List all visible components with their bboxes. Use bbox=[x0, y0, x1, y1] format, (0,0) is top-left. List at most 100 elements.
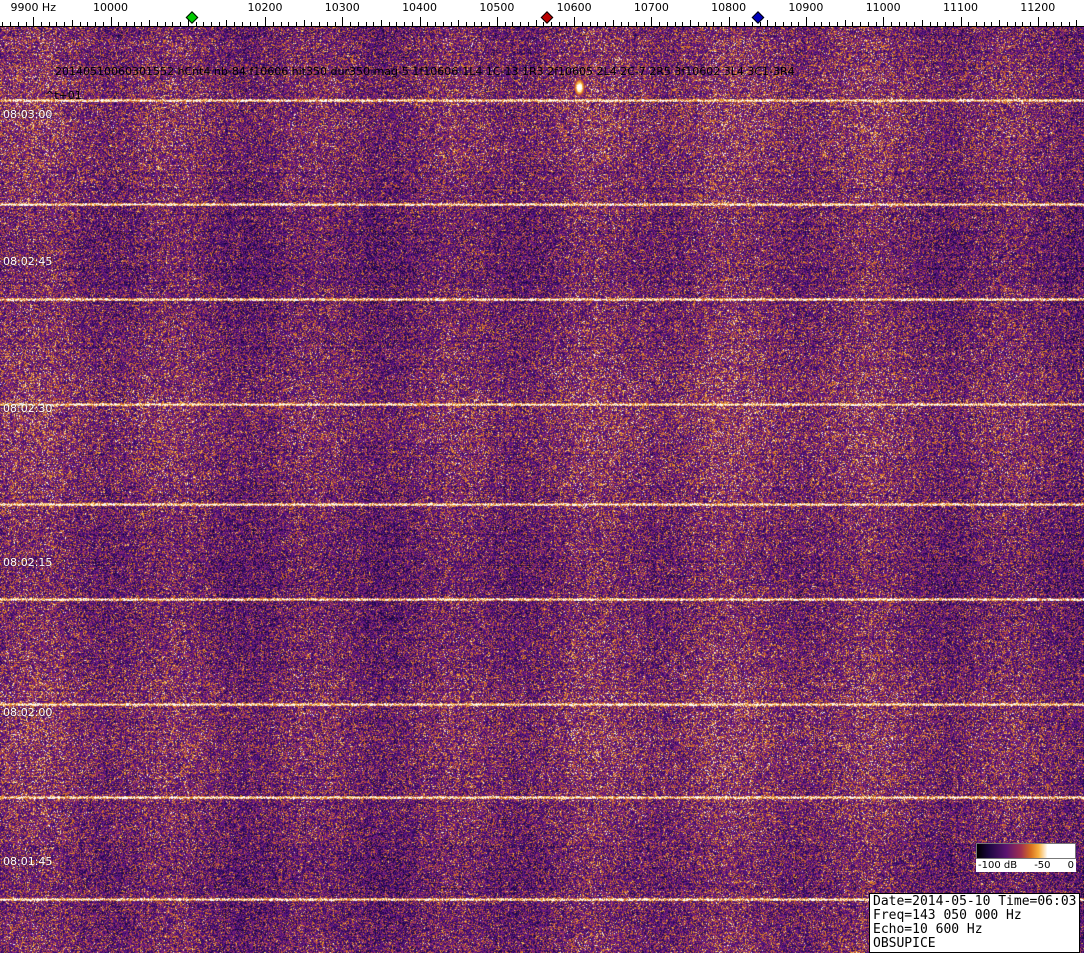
ruler-tick bbox=[505, 22, 506, 26]
ruler-tick bbox=[590, 22, 591, 26]
ruler-tick bbox=[489, 22, 490, 26]
spectrogram-canvas[interactable] bbox=[0, 27, 1084, 953]
ruler-tick bbox=[729, 17, 730, 26]
ruler-label: 10900 bbox=[788, 1, 823, 14]
time-label: 08:02:45 bbox=[3, 255, 52, 268]
ruler-tick bbox=[667, 22, 668, 26]
ruler-tick bbox=[134, 22, 135, 26]
ruler-tick bbox=[605, 22, 606, 26]
time-label: 08:02:15 bbox=[3, 556, 52, 569]
ruler-tick bbox=[366, 22, 367, 26]
ruler-tick bbox=[497, 17, 498, 26]
ruler-tick bbox=[945, 22, 946, 26]
ruler-tick bbox=[651, 17, 652, 26]
ruler-tick bbox=[551, 22, 552, 26]
legend-mid-label: -50 bbox=[1034, 860, 1050, 871]
ruler-tick bbox=[868, 22, 869, 26]
ruler-tick bbox=[273, 22, 274, 26]
ruler-tick bbox=[87, 22, 88, 26]
ruler-tick bbox=[984, 22, 985, 26]
ruler-tick bbox=[234, 22, 235, 26]
ruler-tick bbox=[574, 17, 575, 26]
ruler-tick bbox=[49, 22, 50, 26]
ruler-tick bbox=[342, 17, 343, 26]
colormap-gradient-bar bbox=[976, 843, 1076, 859]
intensity-legend: -100 dB -50 0 bbox=[976, 843, 1076, 872]
ruler-tick bbox=[172, 22, 173, 26]
ruler-tick bbox=[481, 22, 482, 26]
ruler-label: 9900 Hz bbox=[10, 1, 56, 14]
ruler-tick bbox=[396, 22, 397, 26]
ruler-tick bbox=[157, 22, 158, 26]
time-label: 08:02:30 bbox=[3, 402, 52, 415]
legend-min-label: -100 dB bbox=[978, 860, 1017, 871]
frequency-ruler[interactable]: 9900 Hz 10000 10200 10300 10400 10500 10600 107… bbox=[0, 0, 1084, 27]
ruler-tick bbox=[520, 22, 521, 26]
marker-blue-diamond[interactable] bbox=[752, 11, 765, 24]
ruler-tick bbox=[211, 22, 212, 26]
info-freq-line: Freq=143 050 000 Hz bbox=[873, 909, 1076, 923]
ruler-tick bbox=[937, 22, 938, 26]
ruler-tick bbox=[968, 22, 969, 26]
ruler-tick bbox=[837, 22, 838, 26]
ruler-tick bbox=[543, 22, 544, 26]
ruler-tick bbox=[1069, 22, 1070, 26]
ruler-tick bbox=[1030, 22, 1031, 26]
ruler-label: 11200 bbox=[1020, 1, 1055, 14]
ruler-tick bbox=[1053, 22, 1054, 26]
ruler-tick bbox=[528, 22, 529, 26]
ruler-label: 10400 bbox=[402, 1, 437, 14]
ruler-tick bbox=[335, 22, 336, 26]
ruler-tick bbox=[327, 22, 328, 26]
ruler-tick bbox=[760, 22, 761, 26]
ruler-tick bbox=[845, 20, 846, 26]
ruler-tick bbox=[304, 20, 305, 26]
ruler-tick bbox=[389, 22, 390, 26]
ruler-tick bbox=[180, 22, 181, 26]
ruler-tick bbox=[126, 22, 127, 26]
ruler-tick bbox=[141, 22, 142, 26]
ruler-tick bbox=[80, 22, 81, 26]
ruler-tick bbox=[876, 22, 877, 26]
ruler-label: 10500 bbox=[479, 1, 514, 14]
ruler-tick bbox=[744, 22, 745, 26]
ruler-tick bbox=[999, 20, 1000, 26]
ruler-tick bbox=[149, 20, 150, 26]
time-label: 08:03:00 bbox=[3, 108, 52, 121]
ruler-tick bbox=[288, 22, 289, 26]
ruler-tick bbox=[95, 22, 96, 26]
ruler-tick bbox=[559, 22, 560, 26]
ruler-tick bbox=[698, 22, 699, 26]
ruler-tick bbox=[597, 22, 598, 26]
ruler-tick bbox=[2, 22, 3, 26]
ruler-tick bbox=[56, 22, 57, 26]
ruler-tick bbox=[860, 22, 861, 26]
spectrogram-app: 9900 Hz 10000 10200 10300 10400 10500 10600 107… bbox=[0, 0, 1084, 953]
ruler-tick bbox=[690, 20, 691, 26]
ruler-tick bbox=[721, 22, 722, 26]
ruler-tick bbox=[474, 22, 475, 26]
ruler-tick bbox=[311, 22, 312, 26]
info-echo-line: Echo=10 600 Hz bbox=[873, 923, 1076, 937]
ruler-tick bbox=[891, 22, 892, 26]
ruler-tick bbox=[242, 22, 243, 26]
ruler-tick bbox=[219, 22, 220, 26]
ruler-tick bbox=[72, 20, 73, 26]
ruler-tick bbox=[118, 22, 119, 26]
spectrogram-area[interactable]: 20140510060301552 hCnt4 nb-84 f10606 hit… bbox=[0, 27, 1084, 953]
ruler-tick bbox=[659, 22, 660, 26]
ruler-tick bbox=[381, 20, 382, 26]
legend-labels: -100 dB -50 0 bbox=[976, 859, 1076, 872]
ruler-label: 10600 bbox=[557, 1, 592, 14]
ruler-tick bbox=[435, 22, 436, 26]
ruler-label: 11000 bbox=[866, 1, 901, 14]
ruler-tick bbox=[922, 20, 923, 26]
ruler-tick bbox=[443, 22, 444, 26]
trace-label: ^t+01 bbox=[45, 89, 82, 102]
ruler-tick bbox=[203, 22, 204, 26]
ruler-tick bbox=[644, 22, 645, 26]
ruler-tick bbox=[829, 22, 830, 26]
ruler-tick bbox=[165, 22, 166, 26]
ruler-tick bbox=[628, 22, 629, 26]
ruler-tick bbox=[404, 22, 405, 26]
